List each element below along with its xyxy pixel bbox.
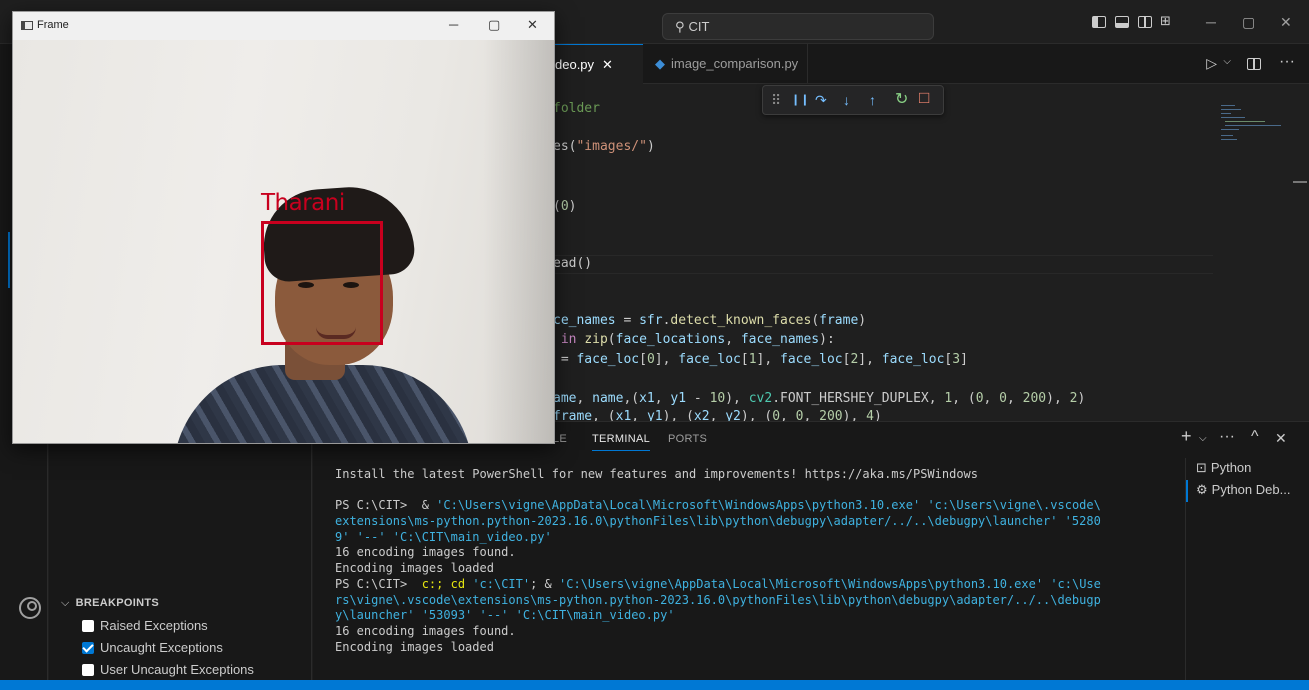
split-editor-icon[interactable] — [1247, 58, 1261, 70]
opencv-frame-window[interactable]: Frame ─ ▢ ✕ Tharani — [12, 11, 555, 444]
face-detection-label: Tharani — [261, 190, 345, 216]
code-line: = face_loc[0], face_loc[1], face_loc[2],… — [553, 352, 968, 367]
code-line: folder — [553, 101, 600, 116]
terminal-line: rs\vigne\.vscode\extensions\ms-python.py… — [335, 592, 1101, 607]
toggle-sidebar-icon[interactable] — [1092, 16, 1106, 28]
terminal-icon: ⊡ — [1196, 460, 1207, 475]
tab-label: deo.py — [555, 57, 595, 72]
breakpoints-header-label: BREAKPOINTS — [75, 597, 160, 609]
tab-main-video[interactable]: deo.py ✕ — [553, 44, 643, 84]
more-actions-icon[interactable]: ··· — [1219, 428, 1235, 446]
pause-icon[interactable]: ❙❙ — [791, 91, 809, 109]
chevron-down-icon[interactable]: ⌵ — [1199, 433, 1207, 444]
camera-feed: Tharani — [13, 40, 554, 443]
tab-label: image_comparison.py — [671, 56, 799, 71]
terminal-item-label: Python Deb... — [1211, 482, 1291, 497]
frame-close-button[interactable]: ✕ — [527, 17, 538, 33]
new-terminal-icon[interactable]: + — [1181, 426, 1192, 447]
stop-icon[interactable]: □ — [919, 89, 929, 107]
checkbox[interactable] — [82, 619, 94, 632]
active-view-indicator — [8, 232, 10, 288]
frame-title: Frame — [37, 19, 69, 31]
frame-maximize-button[interactable]: ▢ — [488, 17, 500, 33]
face-detection-box — [261, 221, 383, 345]
terminal-line: 16 encoding images found. — [335, 623, 516, 638]
terminal-line: Encoding images loaded — [335, 639, 494, 654]
terminal-item-python-debug[interactable]: ⚙ Python Deb... — [1196, 482, 1290, 498]
terminal-line: Install the latest PowerShell for new fe… — [335, 467, 978, 481]
bottom-panel: LE TERMINAL PORTS + ⌵ ··· ^ ✕ Install th… — [313, 421, 1309, 680]
terminal-item-label: Python — [1210, 460, 1252, 475]
breakpoint-label: Raised Exceptions — [100, 618, 208, 633]
scrollbar-thumb[interactable] — [1293, 181, 1307, 183]
breakpoints-section-header[interactable]: ⌵ BREAKPOINTS — [61, 597, 159, 610]
toggle-panel-icon[interactable] — [1115, 16, 1129, 28]
breakpoint-uncaught-exceptions[interactable]: Uncaught Exceptions — [82, 640, 223, 655]
breakpoint-label: Uncaught Exceptions — [100, 640, 223, 655]
code-line: es("images/") — [553, 139, 655, 154]
code-line: ead() — [553, 256, 593, 271]
breakpoint-label: User Uncaught Exceptions — [100, 662, 254, 677]
tab-terminal[interactable]: TERMINAL — [592, 433, 651, 451]
search-icon: ⚲ — [675, 19, 685, 34]
code-line: in zip(face_locations, face_names): — [560, 332, 835, 347]
checkbox-checked[interactable] — [82, 641, 94, 654]
close-panel-icon[interactable]: ✕ — [1275, 430, 1287, 447]
step-over-icon[interactable]: ↷ — [815, 91, 827, 109]
maximize-panel-icon[interactable]: ^ — [1251, 428, 1259, 446]
tab-ports[interactable]: PORTS — [668, 433, 707, 445]
debug-toolbar: ⠿ ❙❙ ↷ ↓ ↑ ↻ □ — [762, 85, 944, 115]
terminal-line: 16 encoding images found. — [335, 545, 516, 560]
drag-handle-icon[interactable]: ⠿ — [771, 91, 781, 109]
terminal-list: ⊡ Python ⚙ Python Deb... — [1185, 458, 1309, 680]
checkbox[interactable] — [82, 663, 94, 676]
account-icon[interactable] — [19, 597, 41, 619]
vscode-maximize-button[interactable]: ▢ — [1242, 14, 1255, 31]
current-line-highlight — [553, 255, 1213, 274]
customize-layout-icon[interactable]: ⊞ — [1160, 13, 1171, 29]
vscode-close-button[interactable]: ✕ — [1280, 14, 1292, 31]
status-bar — [0, 680, 1309, 690]
step-into-icon[interactable]: ↓ — [843, 91, 850, 109]
search-text: CIT — [688, 19, 710, 34]
terminal-line: PS C:\CIT> & 'C:\Users\vigne\AppData\Loc… — [335, 498, 1101, 513]
debug-icon: ⚙ — [1196, 482, 1208, 497]
code-line: ce_names = sfr.detect_known_faces(frame) — [553, 313, 867, 328]
command-center-search[interactable]: ⚲ CIT — [662, 13, 934, 40]
toggle-secondary-sidebar-icon[interactable] — [1138, 16, 1152, 28]
terminal-item-python[interactable]: ⊡ Python — [1196, 460, 1251, 476]
wall-shadow — [483, 40, 554, 443]
code-line: ame, name,(x1, y1 - 10), cv2.FONT_HERSHE… — [553, 391, 1086, 406]
tab-debug-console[interactable]: LE — [553, 433, 567, 445]
step-out-icon[interactable]: ↑ — [869, 91, 876, 109]
terminal-line: 9' '--' 'C:\CIT\main_video.py' — [335, 529, 552, 544]
terminal-line: extensions\ms-python.python-2023.16.0\py… — [335, 514, 1101, 529]
breakpoint-user-uncaught-exceptions[interactable]: User Uncaught Exceptions — [82, 662, 254, 677]
minimap[interactable] — [1213, 85, 1309, 420]
restart-icon[interactable]: ↻ — [895, 91, 908, 109]
terminal-line: y\launcher' '53093' '--' 'C:\CIT\main_vi… — [335, 608, 675, 623]
frame-minimize-button[interactable]: ─ — [449, 17, 458, 32]
vscode-minimize-button[interactable]: ─ — [1206, 14, 1216, 30]
python-file-icon: ◆ — [655, 56, 665, 71]
app-window-icon — [21, 21, 33, 30]
terminal-output[interactable]: Install the latest PowerShell for new fe… — [335, 467, 1175, 655]
terminal-line: PS C:\CIT> c:; cd 'c:\CIT'; & 'C:\Users\… — [335, 576, 1101, 591]
code-line: (0) — [553, 199, 577, 214]
run-python-button[interactable]: ▷ — [1206, 55, 1217, 72]
chevron-down-icon: ⌵ — [61, 597, 70, 609]
breakpoint-raised-exceptions[interactable]: Raised Exceptions — [82, 618, 208, 633]
frame-titlebar[interactable]: Frame ─ ▢ ✕ — [13, 12, 554, 40]
run-dropdown-icon[interactable]: ⌵ — [1223, 56, 1231, 67]
active-terminal-indicator — [1186, 480, 1188, 502]
tab-image-comparison[interactable]: ◆ image_comparison.py — [643, 44, 808, 84]
close-icon[interactable]: ✕ — [602, 57, 613, 72]
terminal-line: Encoding images loaded — [335, 561, 494, 576]
more-actions-icon[interactable]: ··· — [1279, 53, 1295, 71]
